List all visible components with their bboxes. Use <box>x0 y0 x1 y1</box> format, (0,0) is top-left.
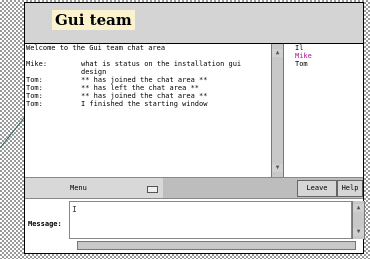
message-scrollbar[interactable]: ▲ ▼ <box>352 201 365 239</box>
chat-text: ** has joined the chat area ** <box>81 76 208 84</box>
chat-message: Tom: ** has joined the chat area ** <box>25 76 270 84</box>
menu-label: Menu <box>70 184 87 192</box>
user-item[interactable]: Tom <box>285 60 363 68</box>
help-button[interactable]: Help <box>337 180 363 197</box>
scroll-up-arrow-icon[interactable]: ▲ <box>272 49 283 57</box>
action-bar: Menu Leave Help <box>25 177 363 199</box>
chat-text: ** has left the chat area ** <box>81 84 200 92</box>
chat-speaker: Tom: <box>26 100 43 108</box>
user-item[interactable]: Il <box>285 44 363 52</box>
menu-dropdown-icon[interactable] <box>147 186 158 193</box>
message-hscrollbar[interactable] <box>77 241 356 250</box>
user-list: Il Mike Tom <box>285 44 363 177</box>
chat-message: Tom: ** has joined the chat area ** <box>25 92 270 100</box>
chat-scrollbar[interactable]: ▲ ▼ <box>271 44 284 177</box>
menu-button[interactable]: Menu <box>25 178 163 198</box>
chat-speaker: Tom: <box>26 76 43 84</box>
chat-message: Tom: I finished the starting window <box>25 100 270 108</box>
chat-text: ** has joined the chat area ** <box>81 92 208 100</box>
chat-window: Gui team Welcome to the Gui team chat ar… <box>24 2 365 254</box>
message-label: Message: <box>28 220 62 228</box>
message-composer: Message: I ▲ ▼ <box>25 199 365 253</box>
scroll-down-arrow-icon[interactable]: ▼ <box>353 228 364 236</box>
leave-button[interactable]: Leave <box>297 180 337 197</box>
window-title: Gui team <box>52 10 135 30</box>
user-item[interactable]: Mike <box>285 52 363 60</box>
title-bar: Gui team <box>25 3 363 44</box>
chat-speaker: Tom: <box>26 92 43 100</box>
scroll-up-arrow-icon[interactable]: ▲ <box>353 204 364 212</box>
chat-message: Tom: ** has left the chat area ** <box>25 84 270 92</box>
chat-text: what is status on the installation gui d… <box>81 60 246 76</box>
chat-transcript: Welcome to the Gui team chat area Mike: … <box>25 44 270 177</box>
chat-text: I finished the starting window <box>81 100 208 108</box>
message-input[interactable]: I <box>69 201 352 239</box>
chat-message: Mike: what is status on the installation… <box>25 60 270 76</box>
chat-speaker: Tom: <box>26 84 43 92</box>
scroll-down-arrow-icon[interactable]: ▼ <box>272 164 283 172</box>
chat-speaker: Mike: <box>26 60 48 68</box>
chat-welcome: Welcome to the Gui team chat area <box>26 44 166 52</box>
text-caret: I <box>72 205 77 214</box>
